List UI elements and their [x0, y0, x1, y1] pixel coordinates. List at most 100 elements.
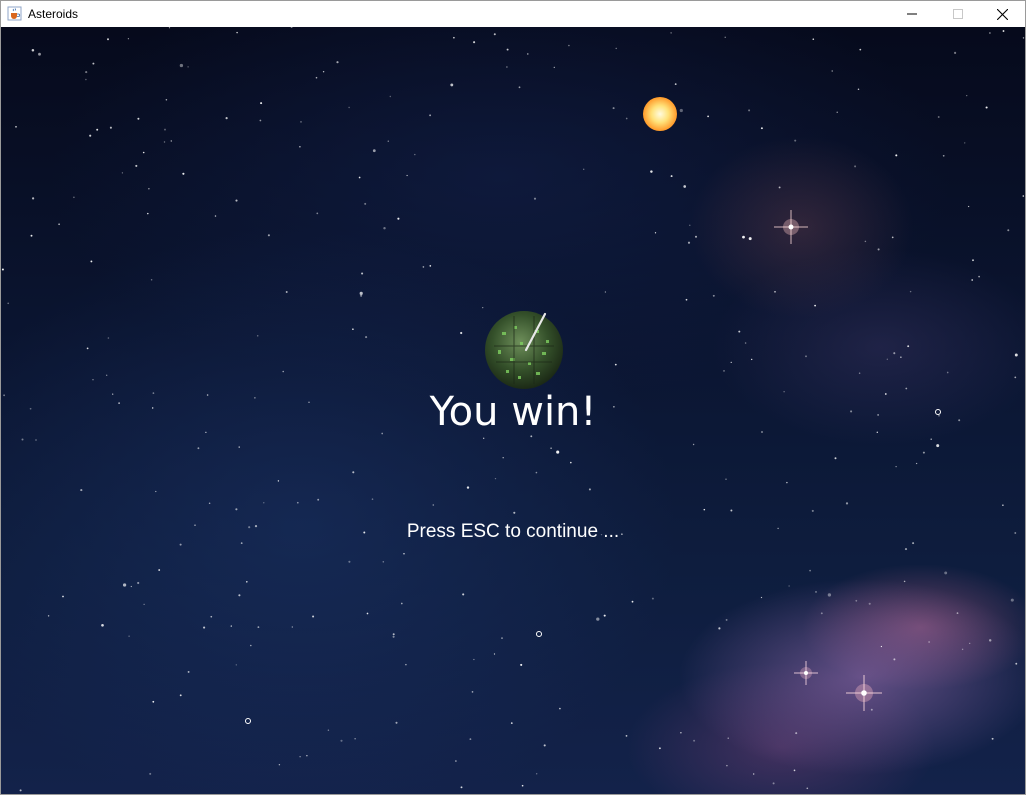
star [969, 642, 971, 645]
star [772, 782, 775, 785]
star [967, 205, 970, 208]
star [513, 511, 516, 514]
star [651, 597, 654, 600]
title-bar[interactable]: Asteroids [1, 1, 1025, 27]
win-message: You win! [429, 389, 597, 435]
star [944, 571, 948, 575]
fireball-sprite [643, 97, 677, 131]
star [312, 615, 315, 618]
star [107, 38, 109, 41]
star [864, 240, 867, 243]
star [285, 291, 288, 293]
star [956, 612, 959, 614]
star [907, 345, 910, 348]
star [182, 172, 185, 175]
star [142, 151, 145, 154]
star [886, 358, 888, 360]
star [612, 107, 615, 110]
game-canvas[interactable]: You win! Press ESC to continue ... [1, 27, 1025, 794]
star [256, 335, 259, 337]
star [322, 71, 325, 73]
star [521, 784, 524, 787]
star [1002, 30, 1005, 32]
star [527, 53, 529, 55]
star [900, 356, 902, 358]
star [482, 306, 484, 309]
star [359, 291, 363, 295]
star [904, 548, 908, 551]
star [89, 134, 92, 137]
star [372, 149, 376, 153]
star [306, 755, 308, 757]
star [429, 265, 432, 267]
star [880, 645, 883, 648]
star [462, 593, 465, 596]
star [35, 439, 37, 441]
star [695, 235, 697, 238]
star [493, 33, 496, 36]
star [263, 502, 265, 504]
star [971, 279, 974, 281]
star [383, 227, 386, 230]
star [985, 106, 988, 109]
star [259, 119, 262, 122]
close-icon [996, 8, 1008, 20]
minimize-button[interactable] [889, 1, 935, 27]
close-button[interactable] [979, 1, 1025, 27]
star [506, 48, 509, 51]
star [152, 700, 155, 703]
star [556, 450, 560, 454]
star [208, 502, 211, 505]
star [164, 128, 166, 131]
star [137, 581, 140, 585]
star [893, 658, 896, 661]
star [692, 443, 695, 446]
star [811, 509, 814, 512]
star [21, 438, 24, 441]
star [235, 199, 238, 202]
star [405, 663, 407, 666]
star [179, 543, 182, 546]
star [814, 304, 816, 307]
star [703, 508, 706, 511]
maximize-icon [953, 9, 963, 19]
star [400, 602, 403, 605]
star [179, 694, 182, 697]
star [674, 83, 677, 85]
star [877, 248, 880, 251]
star [809, 569, 811, 572]
star [725, 478, 727, 480]
asteroid-fragment [245, 718, 251, 724]
star [1022, 195, 1025, 197]
star [235, 508, 238, 511]
maximize-button[interactable] [935, 1, 981, 27]
star [553, 66, 555, 69]
star [230, 625, 232, 627]
star [397, 217, 400, 220]
player-ship [485, 311, 563, 389]
star [147, 212, 149, 215]
star [267, 234, 270, 237]
star [107, 337, 110, 339]
star [299, 146, 301, 148]
star [299, 756, 301, 758]
star [250, 644, 252, 647]
star [603, 614, 606, 617]
star [15, 125, 17, 128]
star [260, 102, 263, 105]
star [615, 47, 617, 50]
star [654, 232, 657, 234]
star [143, 603, 145, 606]
star [163, 141, 166, 143]
star [137, 117, 140, 120]
star [236, 31, 238, 34]
star [625, 117, 628, 120]
star [625, 735, 628, 737]
star [855, 599, 858, 602]
star [149, 772, 152, 775]
star [494, 477, 497, 480]
star [834, 457, 837, 460]
star [19, 789, 22, 792]
star [109, 126, 112, 129]
star [170, 140, 173, 142]
